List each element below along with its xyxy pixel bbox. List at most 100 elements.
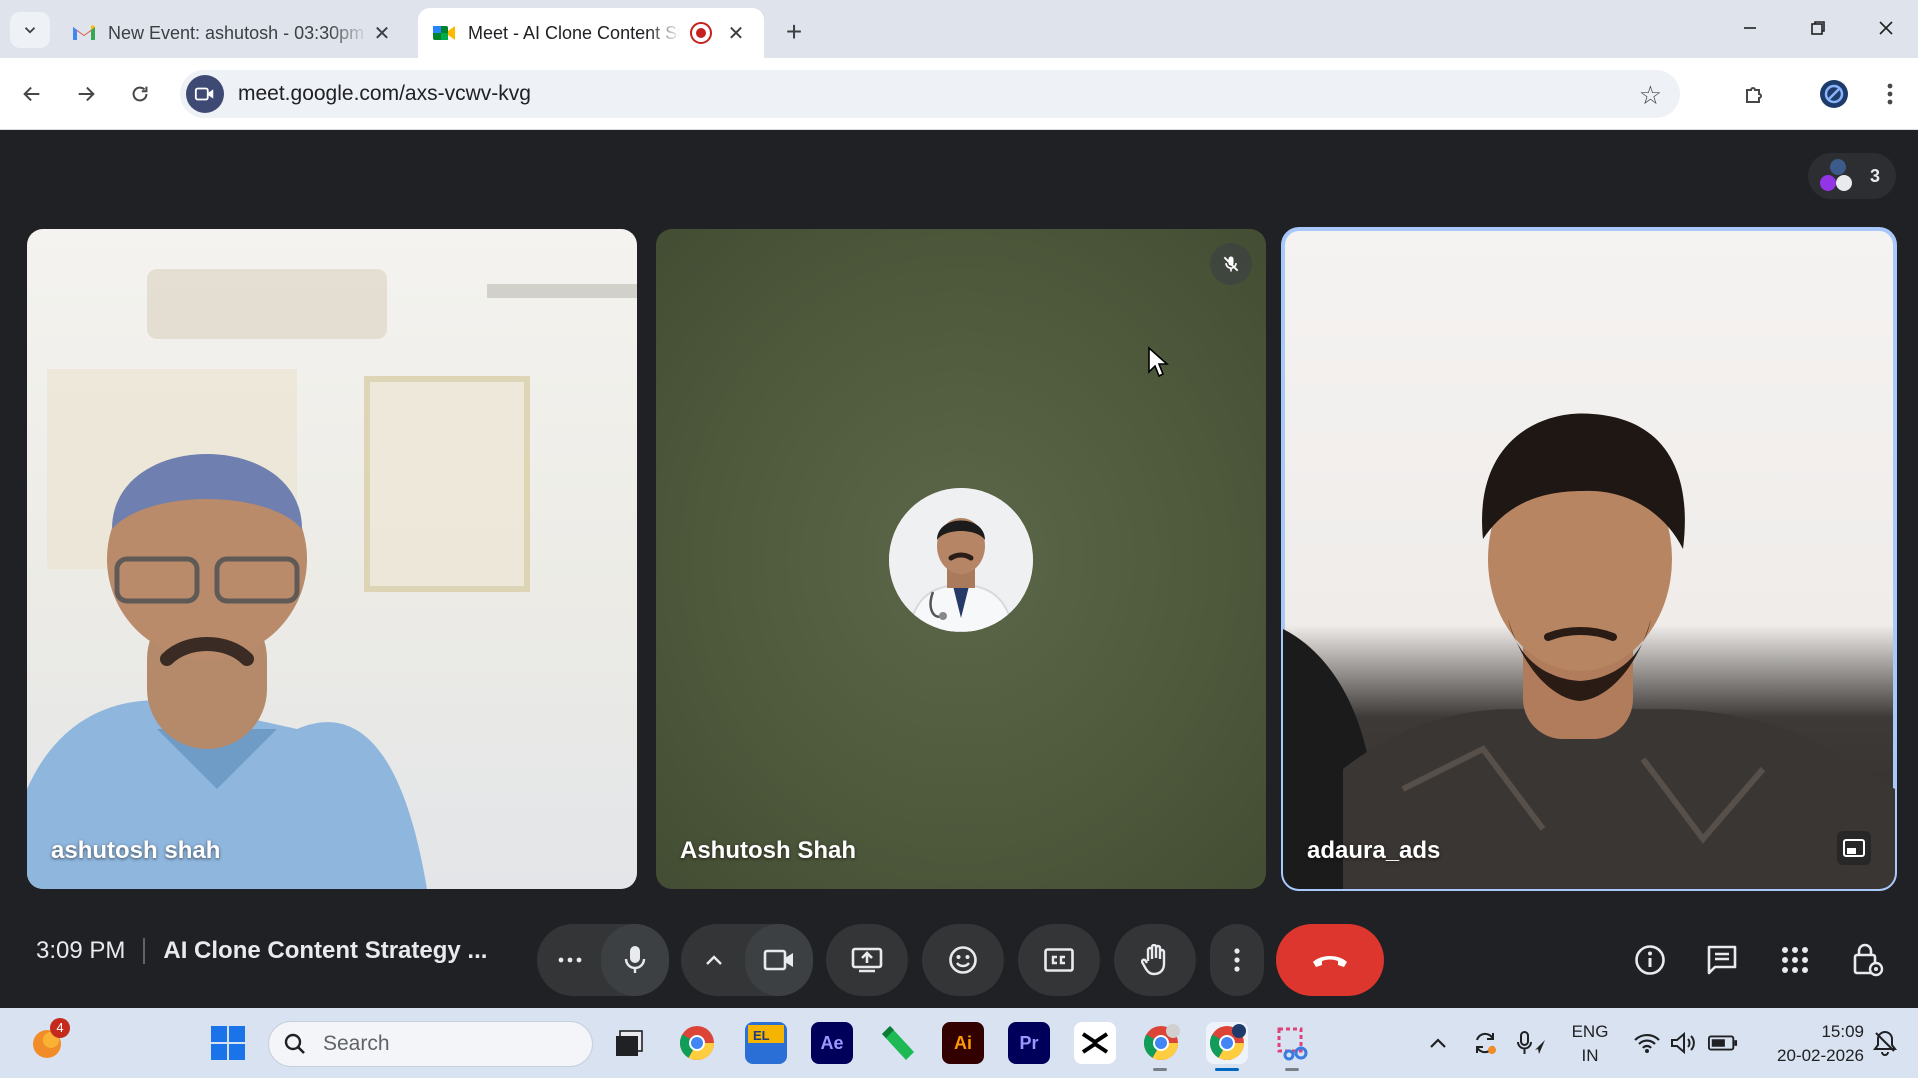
video-camera-icon (763, 949, 793, 971)
tab-meet[interactable]: Meet - AI Clone Content Strategy ✕ (418, 8, 764, 58)
close-window-button[interactable] (1858, 8, 1914, 48)
forward-button[interactable] (66, 74, 106, 114)
tray-volume[interactable] (1669, 1028, 1699, 1058)
profile-button[interactable] (1814, 74, 1854, 114)
minimize-icon (1744, 27, 1756, 29)
apps-grid-icon (1782, 947, 1808, 973)
captions-button[interactable] (1018, 924, 1100, 996)
input-language-indicator[interactable]: ENG IN (1566, 1020, 1614, 1068)
taskbar-snipping-tool[interactable] (1272, 1022, 1314, 1071)
taskbar-task-view[interactable] (608, 1022, 650, 1064)
participant-tile-active-speaker[interactable]: adaura_ads (1281, 227, 1897, 891)
pin-tile-button[interactable] (1837, 831, 1871, 865)
participant-name: ashutosh shah (51, 837, 221, 864)
region-code: IN (1581, 1046, 1599, 1065)
close-tab-icon[interactable]: ✕ (722, 21, 750, 46)
show-hidden-icons-button[interactable] (1423, 1028, 1453, 1058)
mouse-cursor-icon (1148, 346, 1169, 378)
capcut-icon (1081, 1032, 1109, 1054)
leave-call-button[interactable] (1276, 924, 1384, 996)
close-tab-icon[interactable]: ✕ (368, 21, 396, 46)
taskbar-after-effects[interactable]: Ae (811, 1022, 853, 1064)
info-icon (1635, 945, 1665, 975)
profile-avatar-icon (1820, 80, 1848, 108)
more-options-button[interactable] (1210, 924, 1264, 996)
address-bar[interactable]: meet.google.com/axs-vcwv-kvg ☆ (180, 70, 1680, 118)
reactions-button[interactable] (922, 924, 1004, 996)
participant-avatars-icon (1820, 159, 1856, 193)
present-screen-icon (851, 947, 883, 973)
tab-search-button[interactable] (10, 12, 50, 48)
picture-in-picture-icon (1843, 839, 1865, 857)
browser-menu-button[interactable] (1870, 74, 1910, 114)
tab-title: Meet - AI Clone Content Strategy (468, 22, 680, 43)
tab-title: New Event: ashutosh - 03:30pm (108, 22, 365, 43)
taskbar-pen-app[interactable] (876, 1022, 918, 1064)
taskbar-premiere[interactable]: Pr (1008, 1022, 1050, 1064)
emoji-icon (949, 946, 977, 974)
gmail-icon (73, 25, 95, 40)
participant-video (1283, 413, 1895, 889)
divider (143, 938, 146, 964)
tray-sync[interactable] (1470, 1028, 1500, 1058)
bookmark-star-icon[interactable]: ☆ (1639, 80, 1662, 111)
participant-tile[interactable]: ashutosh shah (27, 229, 637, 889)
participant-tile[interactable]: Ashutosh Shah (656, 229, 1266, 889)
snipping-tool-icon (1277, 1027, 1308, 1061)
start-button[interactable] (207, 1022, 249, 1064)
present-screen-button[interactable] (826, 924, 908, 996)
camera-button[interactable] (745, 924, 813, 996)
windows-logo-icon (211, 1026, 245, 1060)
taskbar-file-explorer[interactable]: EL (745, 1022, 787, 1064)
chevron-up-icon (1430, 1038, 1446, 1048)
participants-button[interactable]: 3 (1808, 153, 1896, 199)
close-icon (1879, 21, 1893, 35)
tab-gmail[interactable]: New Event: ashutosh - 03:30pm ✕ (58, 8, 410, 58)
taskbar-search[interactable]: Search (268, 1021, 593, 1067)
reload-button[interactable] (120, 74, 160, 114)
video-camera-icon (194, 87, 214, 101)
raise-hand-icon (1141, 944, 1166, 976)
host-controls-button[interactable] (1845, 937, 1891, 983)
tray-wifi[interactable] (1632, 1028, 1662, 1058)
extensions-button[interactable] (1735, 74, 1775, 114)
widgets-button[interactable]: 4 (30, 1018, 70, 1060)
pen-tool-icon (882, 1026, 914, 1060)
language-code: ENG (1571, 1022, 1609, 1041)
active-indicator (1215, 1068, 1239, 1071)
microphone-button[interactable] (601, 924, 669, 996)
call-end-icon (1313, 956, 1347, 967)
microphone-icon (624, 946, 646, 973)
closed-captions-icon (1044, 948, 1074, 972)
meeting-details-button[interactable] (1627, 937, 1673, 983)
url-text[interactable]: meet.google.com/axs-vcwv-kvg (238, 82, 531, 106)
back-button[interactable] (12, 74, 52, 114)
chat-icon (1707, 945, 1737, 975)
taskbar-clock[interactable]: 15:09 20-02-2026 (1754, 1020, 1864, 1068)
notification-center-button[interactable] (1870, 1028, 1900, 1058)
meeting-title[interactable]: AI Clone Content Strategy ... (163, 937, 487, 965)
taskbar-chrome[interactable] (676, 1022, 718, 1064)
meeting-info: 3:09 PM AI Clone Content Strategy ... (36, 937, 487, 965)
taskbar-capcut[interactable] (1074, 1022, 1116, 1064)
restore-button[interactable] (1790, 8, 1846, 48)
tray-battery[interactable] (1708, 1028, 1738, 1058)
new-tab-button[interactable]: + (776, 14, 812, 50)
video-options-button[interactable] (681, 924, 747, 996)
site-info-icon[interactable] (186, 75, 224, 113)
taskbar-chrome-profile-2[interactable] (1206, 1022, 1248, 1071)
minimize-button[interactable] (1722, 8, 1778, 48)
taskbar-illustrator[interactable]: Ai (942, 1022, 984, 1064)
file-explorer-icon: EL (748, 1025, 784, 1061)
mic-off-icon (1210, 243, 1252, 285)
participant-name: adaura_ads (1307, 837, 1441, 864)
chat-button[interactable] (1699, 937, 1745, 983)
chrome-icon (680, 1026, 714, 1060)
tray-microphone[interactable] (1517, 1028, 1547, 1058)
activities-button[interactable] (1772, 937, 1818, 983)
raise-hand-button[interactable] (1114, 924, 1196, 996)
taskbar-chrome-profile-1[interactable] (1140, 1022, 1182, 1071)
after-effects-icon: Ae (820, 1032, 844, 1053)
audio-options-button[interactable] (537, 924, 603, 996)
volume-icon (1671, 1031, 1695, 1055)
